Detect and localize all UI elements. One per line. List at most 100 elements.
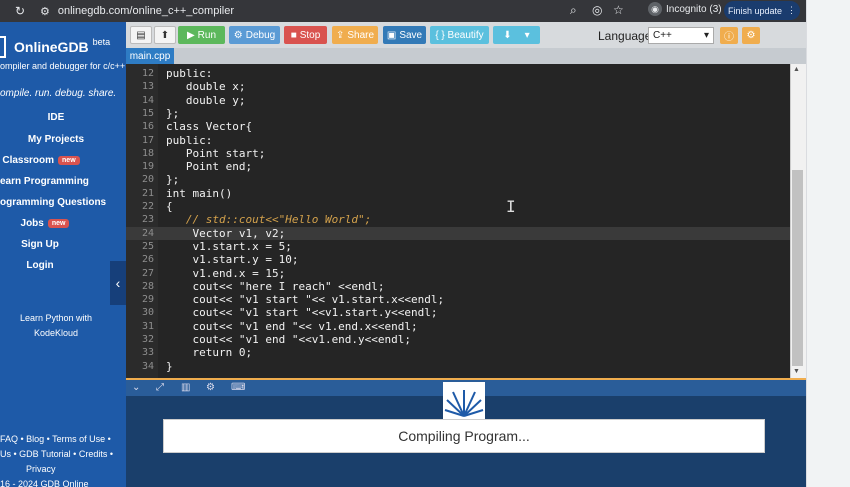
- motto: ompile. run. debug. share.: [0, 88, 117, 99]
- share-button[interactable]: ⇪ Share: [332, 26, 378, 44]
- settings-button[interactable]: ⚙: [742, 27, 760, 44]
- line-number: 33: [141, 347, 154, 359]
- line-number: 21: [141, 187, 154, 199]
- debug-button[interactable]: ⚙ Debug: [229, 26, 280, 44]
- app-screen: ↻ ⚙ onlinegdb.com/online_c++_compiler ⌕ …: [0, 0, 850, 487]
- layout-icon[interactable]: ▥: [181, 382, 190, 393]
- code-line[interactable]: 33 return 0;: [126, 346, 790, 359]
- code-text: }: [166, 359, 173, 373]
- footer-privacy[interactable]: Privacy: [26, 462, 126, 477]
- code-line[interactable]: 29 cout<< "v1 start "<< v1.start.x<<endl…: [126, 293, 790, 306]
- code-line[interactable]: 12 public:: [126, 67, 790, 80]
- code-line[interactable]: 20};: [126, 173, 790, 186]
- code-line[interactable]: 18 Point start;: [126, 147, 790, 160]
- stop-button[interactable]: ■ Stop: [284, 26, 327, 44]
- code-line[interactable]: 21 int main(): [126, 187, 790, 200]
- line-number: 13: [141, 81, 154, 93]
- nav-classroom[interactable]: Classroom new: [0, 155, 82, 166]
- code-text: public:: [166, 67, 213, 80]
- info-button[interactable]: ⓘ: [720, 27, 738, 44]
- code-editor[interactable]: 12 public: 13 double x; 14 double y; 15}; 16 c…: [126, 64, 790, 378]
- code-line[interactable]: 25 v1.start.x = 5;: [126, 240, 790, 253]
- code-text: double y;: [166, 93, 246, 107]
- star-icon[interactable]: ☆: [613, 3, 624, 17]
- code-line[interactable]: 30 cout<< "v1 start "<<v1.start.y<<endl;: [126, 306, 790, 319]
- site-info-icon[interactable]: ⚙: [40, 5, 50, 18]
- tab-main-cpp[interactable]: main.cpp: [126, 48, 174, 64]
- code-line[interactable]: 16 class Vector{: [126, 120, 790, 133]
- code-line[interactable]: 31 cout<< "v1 end "<< v1.end.x<<endl;: [126, 320, 790, 333]
- nav-ide[interactable]: IDE: [0, 112, 112, 123]
- footer-links[interactable]: FAQ • Blog • Terms of Use •: [0, 432, 126, 447]
- finish-update-button[interactable]: Finish update ⋮: [724, 1, 800, 20]
- code-line[interactable]: 24 Vector v1, v2;: [126, 226, 790, 240]
- nav-my-projects[interactable]: My Projects: [0, 134, 112, 145]
- line-number: 32: [141, 334, 154, 345]
- beautify-button[interactable]: { } Beautify: [430, 26, 489, 44]
- gear-icon[interactable]: ⚙: [206, 382, 215, 393]
- chevron-down-icon: ▾: [703, 30, 709, 41]
- beautify-label: { } Beautify: [435, 29, 484, 41]
- code-text: cout<< "here I reach" <<endl;: [166, 279, 385, 293]
- language-select[interactable]: C++ ▾: [648, 27, 714, 44]
- line-number: 17: [141, 134, 154, 146]
- finish-update-label: Finish update: [727, 5, 783, 16]
- nav-programming-questions[interactable]: ogramming Questions: [0, 197, 106, 208]
- footer-links[interactable]: Us • GDB Tutorial • Credits •: [0, 447, 126, 462]
- logo-beta: beta: [92, 37, 111, 47]
- sidebar: OnlineGDB beta ompiler and debugger for …: [0, 22, 126, 487]
- code-line[interactable]: 19 Point end;: [126, 160, 790, 173]
- code-line[interactable]: 23 // std::cout<<"Hello World";: [126, 213, 790, 226]
- nav-sign-up[interactable]: Sign Up: [0, 239, 80, 250]
- code-line[interactable]: 32 cout<< "v1 end "<<v1.end.y<<endl;: [126, 333, 790, 346]
- nav-login[interactable]: Login: [0, 260, 80, 271]
- code-line[interactable]: 34}: [126, 360, 790, 373]
- profile-button[interactable]: ◉ Incognito (3): [648, 2, 722, 16]
- code-line[interactable]: 14 double y;: [126, 94, 790, 107]
- nav-label: Sign Up: [21, 239, 59, 250]
- eye-off-icon[interactable]: ◎: [592, 3, 602, 17]
- scroll-up-icon[interactable]: ▲: [793, 66, 800, 73]
- upload-button[interactable]: ⬆: [154, 26, 176, 44]
- tagline: ompiler and debugger for c/c++: [0, 61, 126, 71]
- code-line[interactable]: 28 cout<< "here I reach" <<endl;: [126, 280, 790, 293]
- nav-jobs[interactable]: Jobs new: [0, 218, 90, 229]
- ad-line: Learn Python with: [19, 313, 93, 323]
- code-line[interactable]: 22 {: [126, 200, 790, 213]
- ad-block[interactable]: Learn Python with KodeKloud: [0, 311, 112, 341]
- chevron-down-icon: ▾: [524, 29, 530, 41]
- chevron-down-icon[interactable]: ⌄: [132, 382, 140, 393]
- code-line[interactable]: 27 v1.end.x = 15;: [126, 267, 790, 280]
- scroll-down-icon[interactable]: ▼: [793, 368, 800, 375]
- code-text: Point end;: [166, 160, 253, 174]
- address-bar[interactable]: onlinegdb.com/online_c++_compiler: [58, 5, 234, 17]
- expand-icon[interactable]: ⤢: [156, 382, 164, 393]
- save-button[interactable]: ▣ Save: [383, 26, 426, 44]
- new-file-button[interactable]: ▤: [130, 26, 152, 44]
- nav-label: Jobs: [20, 218, 44, 229]
- ad-line: KodeKloud: [33, 328, 79, 338]
- nav-learn-programming[interactable]: earn Programming: [0, 176, 89, 187]
- download-button[interactable]: ⬇ ▾: [493, 26, 540, 44]
- run-button[interactable]: ▶ Run: [178, 26, 225, 44]
- language-label: Language: [598, 29, 652, 43]
- scrollbar-thumb[interactable]: [792, 170, 803, 366]
- logo[interactable]: OnlineGDB beta: [0, 34, 126, 60]
- code-text: Point start;: [166, 146, 266, 160]
- code-text: };: [166, 173, 180, 187]
- code-text: v1.start.y = 10;: [166, 253, 299, 267]
- code-text: int main(): [166, 186, 233, 200]
- code-text: double x;: [166, 80, 246, 94]
- code-line[interactable]: 26 v1.start.y = 10;: [126, 253, 790, 266]
- nav-label: IDE: [47, 112, 65, 123]
- share-icon: ⇪: [335, 29, 345, 41]
- code-line[interactable]: 17 public:: [126, 134, 790, 147]
- collapse-sidebar-button[interactable]: ‹: [110, 261, 126, 305]
- zoom-icon[interactable]: ⌕: [570, 3, 577, 18]
- new-badge: new: [47, 219, 70, 228]
- reload-icon[interactable]: ↻: [10, 4, 30, 18]
- keyboard-icon[interactable]: ⌨: [231, 382, 245, 393]
- code-line[interactable]: 15};: [126, 107, 790, 120]
- code-line[interactable]: 13 double x;: [126, 80, 790, 93]
- tab-label: main.cpp: [129, 50, 171, 62]
